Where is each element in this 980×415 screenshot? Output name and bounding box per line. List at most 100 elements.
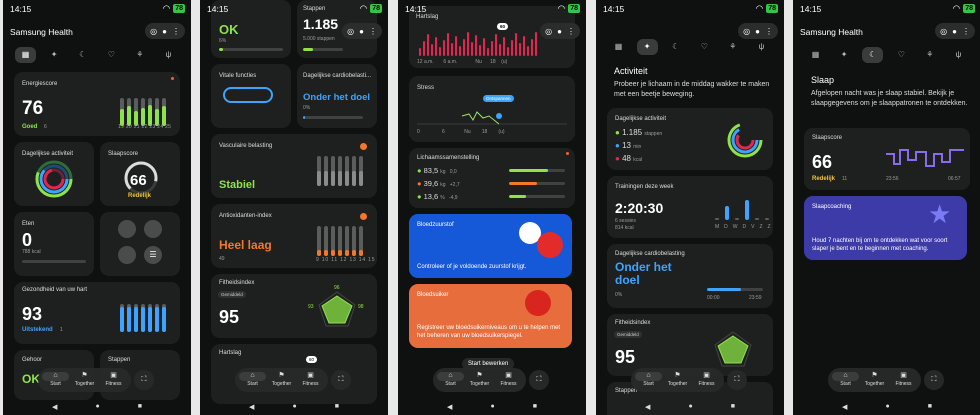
bar [338,226,342,256]
trainings-card[interactable]: Trainingen deze week 2:20:30 6 sessies 8… [607,176,773,238]
food-card[interactable]: Eten 0 788 kcal [14,212,94,276]
vascular-card[interactable]: Vasculaire belasting Stabiel [211,134,377,198]
home-icon: ⌂ [42,372,69,381]
status-bar: 14:15 ◠ 78 [405,3,580,14]
battery-icon: 78 [173,4,185,13]
home-button[interactable]: ● [95,403,99,411]
heart-health-card[interactable]: Gezondheid van uw hart 93 Uitstekend 1 [14,282,180,344]
body-composition-card[interactable]: Lichaamssamenstelling ● 83,5 kg 0,0 ● 39,… [409,148,575,208]
hr-bar [499,44,501,56]
more-icon[interactable]: ⋮ [369,27,377,36]
sugar-icon [525,290,551,316]
screen-home-1: 14:15 ◠ 78 Samsung Health ◎ ● ⋮ ▦ ✦ ☾ ♡ ⚘ ψ … [3,0,191,415]
tab-heart[interactable]: ♡ [101,47,122,63]
page-title: Activiteit [614,66,648,76]
hr-bar [527,46,529,56]
bar [359,156,363,186]
status-time: 14:15 [10,3,32,14]
hr-bar [439,47,441,56]
tab-activity[interactable]: ✦ [44,47,65,63]
energy-days: 19 20 21 22 23 24 25 [118,124,172,130]
daily-activity-card[interactable]: Dagelijkse activiteit ● 1.185 stappen ● … [607,108,773,170]
back-icon[interactable]: ◀ [52,403,57,411]
more-icon[interactable]: ⋮ [172,27,180,36]
food-label: Eten [22,221,35,227]
screen-home-3: 14:15 ◠ 78 Hartslag 60 12 a.m. 6 a.m. Nu 1… [398,0,586,415]
plate-icon[interactable] [118,246,136,264]
bar [352,226,356,256]
header-actions: ◎ ● ⋮ [342,23,382,39]
bar [331,226,335,256]
sleep-score-card[interactable]: Slaapscore 66 Redelijk 11 23:56 06:57 [804,128,970,190]
heart-bars [120,304,166,332]
sleep-coaching-card[interactable]: Slaapcoaching ★ Houd 7 nachten bij om te… [804,196,967,260]
nav-start[interactable]: ⌂ Start [42,372,69,388]
page-title: Slaap [811,75,835,85]
screen-activity: 14:15 ◠ 78 ◎ ● ⋮ ▦ ✦ ☾ ♡ ⚘ ψ Activiteit Prob… [596,0,784,415]
snack-icon[interactable] [144,220,162,238]
cardio-load-card[interactable]: Dagelijkse cardiobelasti... Onder het do… [297,64,377,128]
steps-label: Stappen [108,357,131,363]
bar [162,304,166,332]
sleep-rating: Redelijk [128,193,152,199]
bar [324,226,328,256]
tab-food[interactable]: ψ [158,47,179,63]
tab-sleep[interactable]: ☾ [862,47,884,63]
hr-bar [535,32,537,56]
bar [141,98,145,126]
watch-icon[interactable]: ◎ [150,27,157,36]
new-dot [171,77,174,80]
cardio-load-card[interactable]: Dagelijkse cardiobelasting Onder het doe… [607,244,773,308]
badge-icon [360,143,367,150]
hr-bar [423,41,425,56]
sleep-value: 66 [130,172,147,189]
bar [345,226,349,256]
heart-count: 1 [60,327,63,333]
vital-signs-card[interactable]: Vitale functies [211,64,291,128]
nav-fitness[interactable]: ▣ Fitness [100,372,127,388]
hr-bar [511,40,513,56]
stress-card[interactable]: Stress Ontspannen 0 6 Nu 18 (u) [409,76,575,142]
fitness-index-card[interactable]: Fitheidsindex Gemiddeld 95 [607,314,773,376]
antioxidant-card[interactable]: Antioxidanten-index Heel laag 49 9 10 11… [211,204,377,268]
sleep-score-card[interactable]: Slaapscore 66 Redelijk [100,142,180,206]
hr-bar [467,32,469,56]
bar [148,98,152,126]
meal-icon[interactable] [118,220,136,238]
hr-bar [531,39,533,56]
energy-bars [120,96,166,126]
heart-label: Gezondheid van uw hart [22,287,88,293]
nav-together[interactable]: ⚑ Together [71,372,98,388]
recents-icon[interactable]: ■ [138,403,142,411]
blood-oxygen-card[interactable]: Bloedzuurstof Controleer of je voldoende… [409,214,572,278]
energy-score-card[interactable]: Energiescore 76 Goed 6 19 20 21 22 23 24… [14,72,180,136]
blood-sugar-card[interactable]: Bloedsuiker Registreer uw bloedsuikerniv… [409,284,572,348]
scan-button[interactable]: ⛶ [134,370,154,390]
heart-value: 93 [22,304,43,324]
app-title: Samsung Health [10,27,73,37]
hr-bar [491,41,493,56]
body-row: ● 83,5 kg 0,0 [417,166,457,175]
bar [155,98,159,126]
category-tabs: ▦ ✦ ☾ ♡ ⚘ ψ [15,46,179,64]
avatar[interactable]: ● [162,27,167,36]
hr-bar [427,34,429,56]
list-icon[interactable]: ☰ [144,246,162,264]
body-row: ● 39,6 kg +2,7 [417,179,460,188]
fitness-index-card[interactable]: Fitheidsindex Gemiddeld 95 96 98 93 [211,274,377,338]
bar [120,98,124,126]
tab-activity[interactable]: ✦ [636,39,658,55]
hr-bar [487,48,489,56]
daily-activity-card[interactable]: Dagelijkse activiteit [14,142,94,206]
hr-bar [471,42,473,56]
activity-label: Dagelijkse activiteit [22,151,74,157]
vital-icons [223,87,273,103]
fitness-radar [318,291,356,327]
watch-icon[interactable]: ◎ [347,27,354,36]
bar [317,226,321,256]
tab-sleep[interactable]: ☾ [72,47,93,63]
avatar[interactable]: ● [359,27,364,36]
tab-home[interactable]: ▦ [15,47,36,63]
tab-body[interactable]: ⚘ [129,47,150,63]
scan-button[interactable]: ⛶ [331,370,351,390]
